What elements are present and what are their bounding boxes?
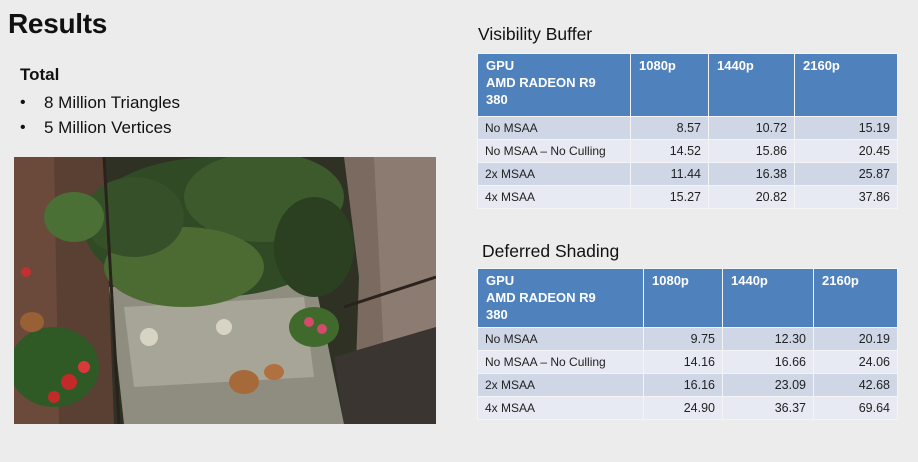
- col-header-2160p: 2160p: [794, 53, 898, 117]
- cell-value: 10.72: [708, 116, 795, 140]
- cell-value: 69.64: [813, 396, 898, 420]
- triangles-count: 8 Million Triangles: [44, 93, 181, 112]
- gpu-header: GPU AMD RADEON R9 380: [477, 268, 644, 328]
- row-label: No MSAA – No Culling: [477, 139, 631, 163]
- cell-value: 20.82: [708, 185, 795, 209]
- table-row: No MSAA – No Culling 14.16 16.66 24.06: [477, 350, 898, 374]
- deferred-shading-table: GPU AMD RADEON R9 380 1080p 1440p 2160p No…: [477, 268, 898, 420]
- cell-value: 36.37: [722, 396, 814, 420]
- cell-value: 15.27: [630, 185, 709, 209]
- col-header-1080p: 1080p: [630, 53, 709, 117]
- cell-value: 15.19: [794, 116, 898, 140]
- row-label: 4x MSAA: [477, 396, 644, 420]
- cell-value: 11.44: [630, 162, 709, 186]
- table-row: 2x MSAA 16.16 23.09 42.68: [477, 373, 898, 397]
- row-label: No MSAA – No Culling: [477, 350, 644, 374]
- row-label: No MSAA: [477, 116, 631, 140]
- cell-value: 20.45: [794, 139, 898, 163]
- table-row: 4x MSAA 24.90 36.37 69.64: [477, 396, 898, 420]
- slide-title: Results: [8, 8, 108, 39]
- cell-value: 23.09: [722, 373, 814, 397]
- deferred-shading-title: Deferred Shading: [482, 241, 620, 261]
- list-item: • 8 Million Triangles: [20, 90, 180, 115]
- table-row: 2x MSAA 11.44 16.38 25.87: [477, 162, 898, 186]
- table-row: No MSAA 8.57 10.72 15.19: [477, 116, 898, 140]
- cell-value: 14.52: [630, 139, 709, 163]
- cell-value: 16.38: [708, 162, 795, 186]
- row-label: 2x MSAA: [477, 373, 644, 397]
- table-row: No MSAA 9.75 12.30 20.19: [477, 327, 898, 351]
- cell-value: 42.68: [813, 373, 898, 397]
- table-row: 4x MSAA 15.27 20.82 37.86: [477, 185, 898, 209]
- vertices-count: 5 Million Vertices: [44, 118, 172, 137]
- bullet-icon: •: [20, 119, 26, 136]
- col-header-1080p: 1080p: [643, 268, 723, 328]
- col-header-2160p: 2160p: [813, 268, 898, 328]
- stats-list: • 8 Million Triangles • 5 Million Vertices: [20, 90, 180, 140]
- table-header-row: GPU AMD RADEON R9 380 1080p 1440p 2160p: [477, 53, 898, 117]
- table-row: No MSAA – No Culling 14.52 15.86 20.45: [477, 139, 898, 163]
- cell-value: 15.86: [708, 139, 795, 163]
- table-header-row: GPU AMD RADEON R9 380 1080p 1440p 2160p: [477, 268, 898, 328]
- cell-value: 9.75: [643, 327, 723, 351]
- cell-value: 14.16: [643, 350, 723, 374]
- cell-value: 8.57: [630, 116, 709, 140]
- cell-value: 20.19: [813, 327, 898, 351]
- cell-value: 12.30: [722, 327, 814, 351]
- list-item: • 5 Million Vertices: [20, 115, 180, 140]
- cell-value: 16.66: [722, 350, 814, 374]
- total-label: Total: [20, 65, 60, 84]
- row-label: 2x MSAA: [477, 162, 631, 186]
- courtyard-scene-image: [14, 157, 436, 424]
- col-header-1440p: 1440p: [708, 53, 795, 117]
- scene-render-image: [14, 157, 436, 424]
- row-label: 4x MSAA: [477, 185, 631, 209]
- cell-value: 37.86: [794, 185, 898, 209]
- gpu-header: GPU AMD RADEON R9 380: [477, 53, 631, 117]
- cell-value: 24.06: [813, 350, 898, 374]
- bullet-icon: •: [20, 94, 26, 111]
- cell-value: 24.90: [643, 396, 723, 420]
- visibility-buffer-title: Visibility Buffer: [478, 24, 593, 44]
- cell-value: 16.16: [643, 373, 723, 397]
- visibility-buffer-table: GPU AMD RADEON R9 380 1080p 1440p 2160p No…: [477, 53, 898, 209]
- col-header-1440p: 1440p: [722, 268, 814, 328]
- row-label: No MSAA: [477, 327, 644, 351]
- cell-value: 25.87: [794, 162, 898, 186]
